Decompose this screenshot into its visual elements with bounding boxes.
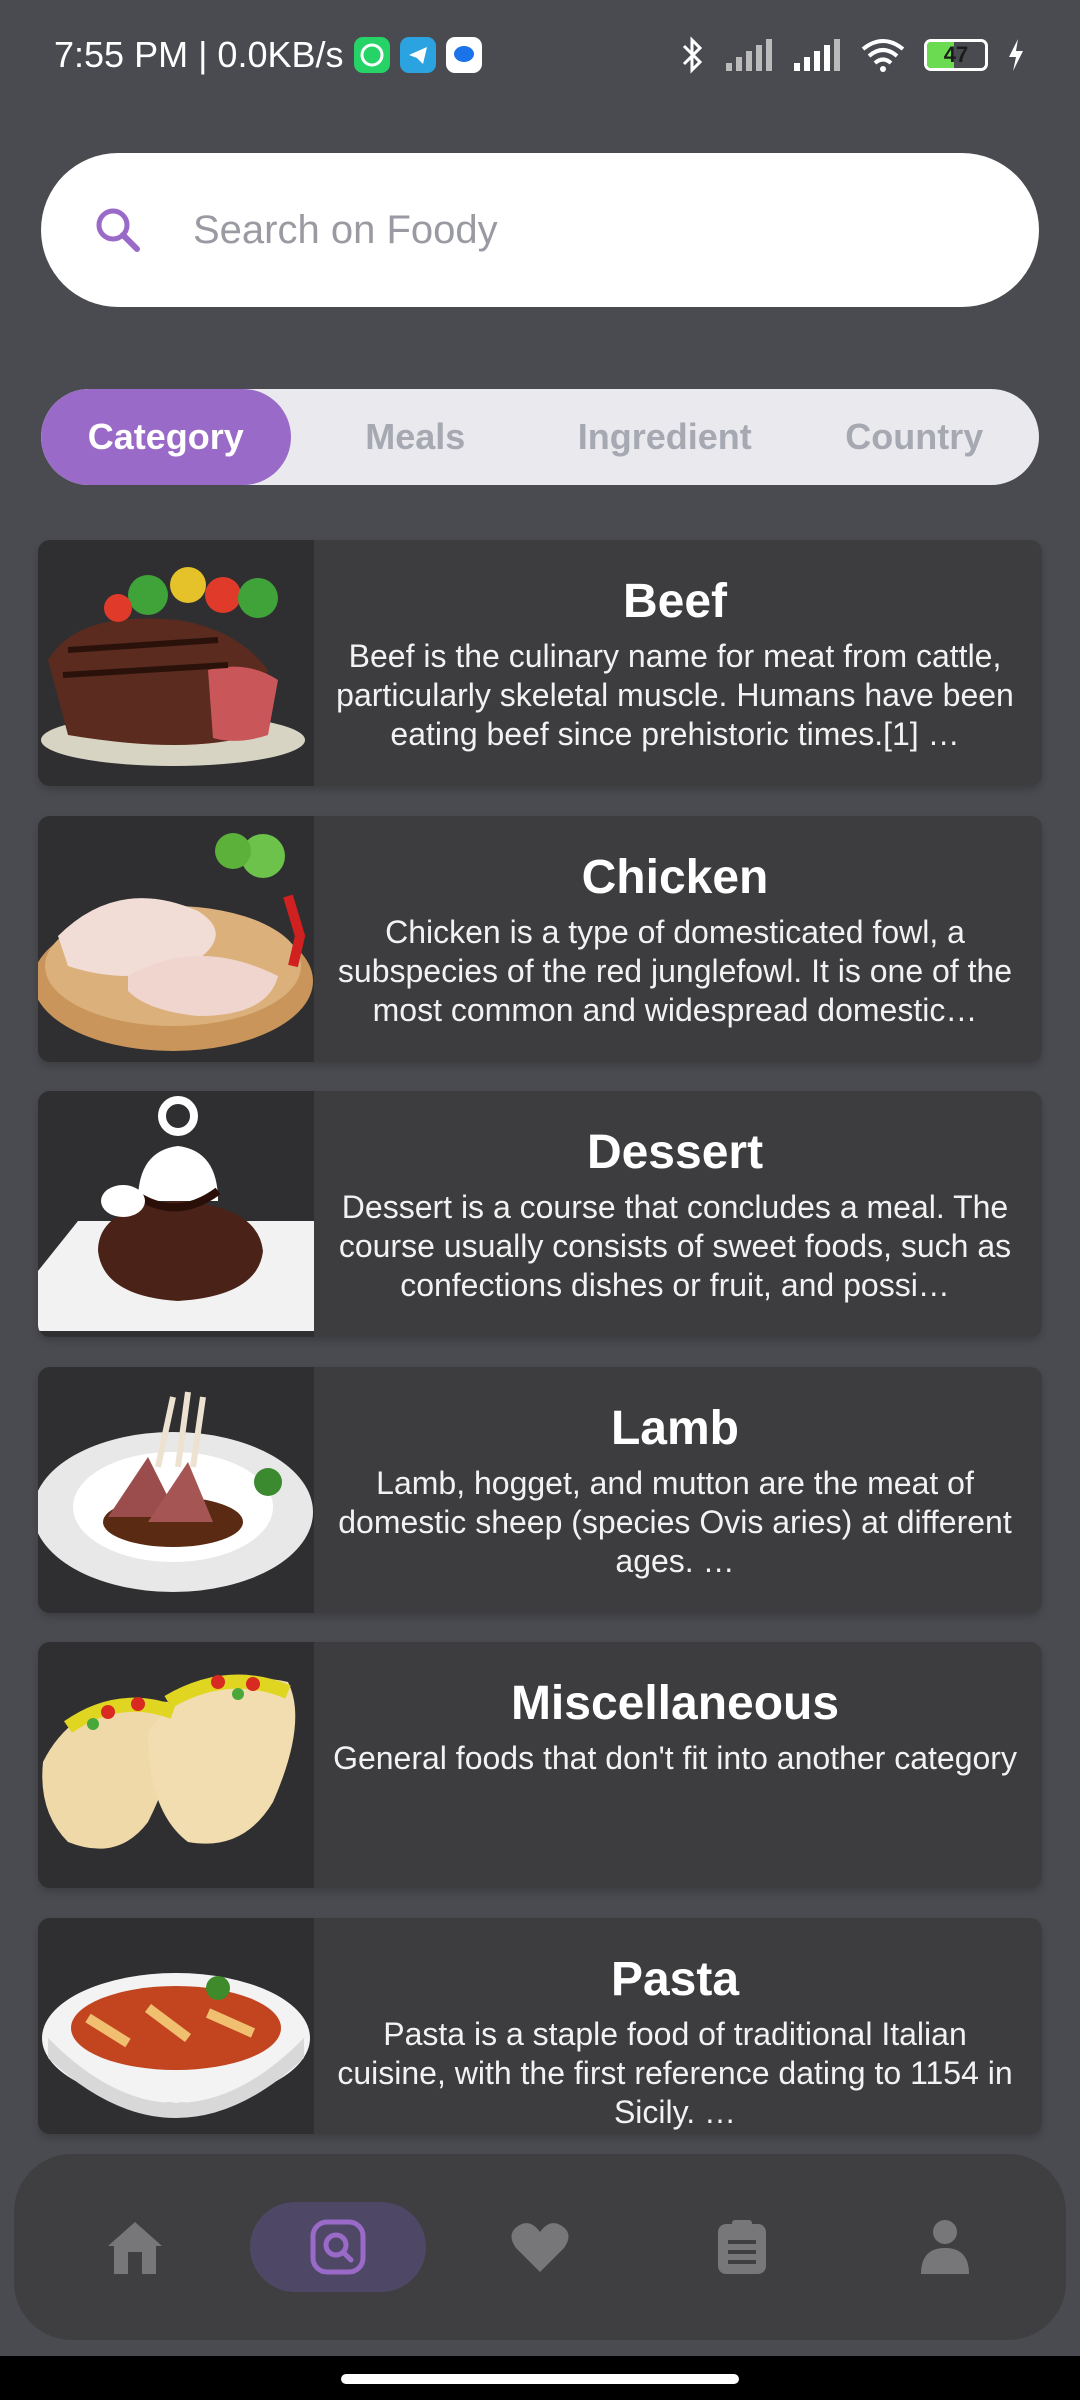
card-body: Beef Beef is the culinary name for meat …: [314, 540, 1042, 786]
card-body: Lamb Lamb, hogget, and mutton are the me…: [314, 1367, 1042, 1613]
search-bar[interactable]: [41, 153, 1039, 307]
card-body: Pasta Pasta is a staple food of traditio…: [314, 1918, 1042, 2134]
battery-icon: 47: [924, 39, 988, 71]
beef-image: [38, 540, 314, 786]
chicken-image: [38, 816, 314, 1062]
category-card-miscellaneous[interactable]: Miscellaneous General foods that don't f…: [38, 1642, 1042, 1888]
tab-meals[interactable]: Meals: [291, 389, 541, 485]
bluetooth-icon: [682, 36, 703, 74]
nav-list[interactable]: [654, 2202, 830, 2292]
tab-category[interactable]: Category: [41, 389, 291, 485]
card-title: Chicken: [581, 851, 769, 904]
status-left: 7:55 PM | 0.0KB/s: [54, 34, 482, 76]
card-title: Lamb: [610, 1402, 739, 1455]
list-icon: [718, 2220, 767, 2274]
home-icon: [108, 2222, 163, 2274]
search-icon: [310, 2219, 366, 2275]
category-card-lamb[interactable]: Lamb Lamb, hogget, and mutton are the me…: [38, 1367, 1042, 1613]
category-card-pasta[interactable]: Pasta Pasta is a staple food of traditio…: [38, 1918, 1042, 2134]
card-title: Miscellaneous: [510, 1677, 840, 1730]
home-indicator[interactable]: [341, 2374, 739, 2384]
lamb-image: [38, 1367, 314, 1613]
card-description: Lamb, hogget, and mutton are the meat of…: [338, 1465, 1012, 1579]
heart-icon: [511, 2223, 569, 2272]
tab-country[interactable]: Country: [790, 389, 1040, 485]
nav-home[interactable]: [47, 2202, 223, 2292]
whatsapp-icon: [353, 37, 390, 73]
card-title: Pasta: [610, 1953, 740, 2006]
wifi-icon: [861, 39, 905, 72]
screen: 7:55 PM | 0.0KB/s 47 Search on Foody Cat…: [0, 0, 1080, 2400]
tab-bar: Category Meals Ingredient Country: [41, 389, 1039, 485]
nav-search[interactable]: [249, 2202, 426, 2292]
card-title: Beef: [622, 575, 728, 628]
nav-favorites[interactable]: [452, 2202, 628, 2292]
card-body: Miscellaneous General foods that don't f…: [314, 1642, 1042, 1888]
card-description: Dessert is a course that concludes a mea…: [338, 1189, 1012, 1303]
status-right: 47: [680, 36, 1026, 74]
card-description: General foods that don't fit into anothe…: [333, 1740, 1017, 1776]
card-body: Dessert Dessert is a course that conclud…: [314, 1091, 1042, 1337]
card-body: Chicken Chicken is a type of domesticate…: [314, 816, 1042, 1062]
messages-icon: [445, 37, 482, 73]
card-description: Beef is the culinary name for meat from …: [336, 638, 1014, 752]
battery-level: 47: [943, 42, 969, 67]
status-bar: 7:55 PM | 0.0KB/s 47: [0, 0, 1080, 110]
bottom-nav: [14, 2154, 1066, 2340]
telegram-icon: [399, 37, 436, 73]
dessert-image: [38, 1091, 314, 1337]
signal-icon: [726, 39, 772, 71]
card-title: Dessert: [586, 1126, 764, 1179]
card-description: Pasta is a staple food of traditional It…: [337, 2016, 1013, 2130]
charging-icon: [1009, 39, 1023, 71]
pasta-image: [38, 1918, 314, 2134]
nav-profile[interactable]: [857, 2202, 1033, 2292]
miscellaneous-image: [38, 1642, 314, 1888]
card-description: Chicken is a type of domesticated fowl, …: [337, 914, 1013, 1028]
search-icon: [96, 208, 140, 252]
status-time: 7:55 PM | 0.0KB/s: [54, 34, 344, 75]
profile-icon: [920, 2220, 969, 2274]
signal-icon-2: [794, 39, 840, 71]
category-card-beef[interactable]: Beef Beef is the culinary name for meat …: [38, 540, 1042, 786]
search-input[interactable]: [193, 207, 993, 253]
tab-ingredient[interactable]: Ingredient: [540, 389, 790, 485]
category-card-dessert[interactable]: Dessert Dessert is a course that conclud…: [38, 1091, 1042, 1337]
category-card-chicken[interactable]: Chicken Chicken is a type of domesticate…: [38, 816, 1042, 1062]
